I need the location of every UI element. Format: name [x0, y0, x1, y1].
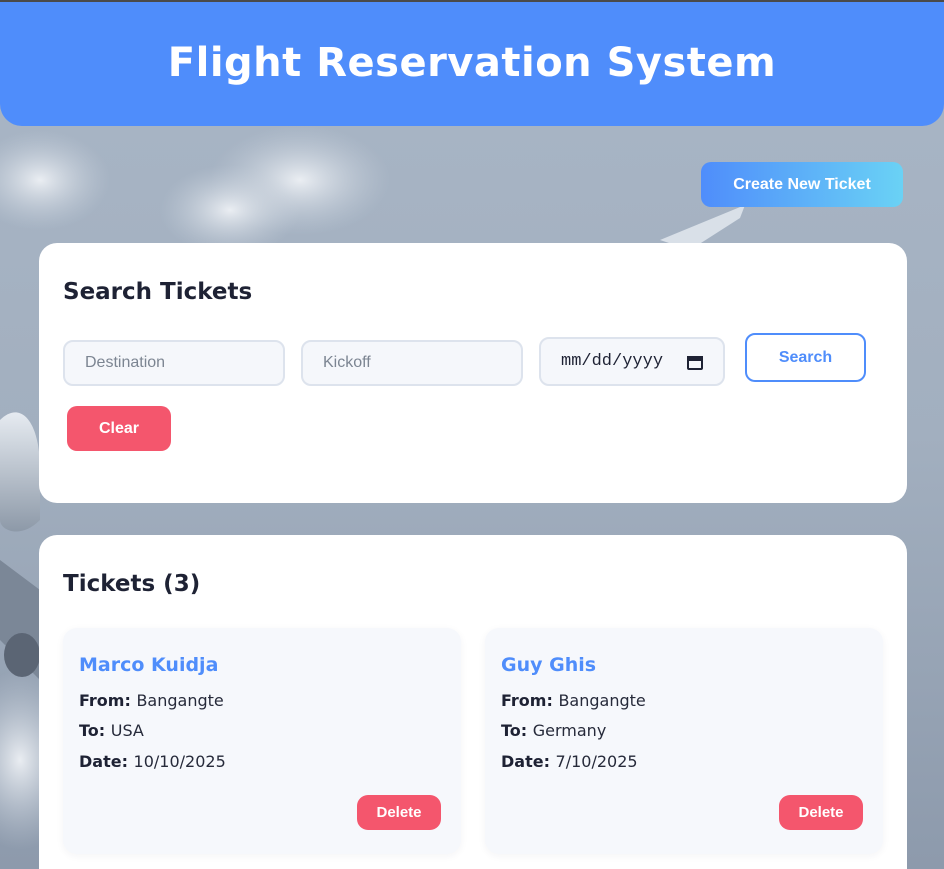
date-value: 10/10/2025 [133, 752, 226, 771]
page-title: Flight Reservation System [167, 40, 777, 86]
tickets-panel: Tickets (3) Marco Kuidja From: Bangangte… [39, 535, 907, 869]
top-edge-line [0, 0, 944, 2]
date-input[interactable]: mm/dd/yyyy [539, 337, 725, 386]
search-button[interactable]: Search [745, 333, 866, 382]
ticket-date: Date: 7/10/2025 [501, 752, 638, 771]
destination-input[interactable]: Destination [63, 340, 285, 386]
from-value: Bangangte [136, 691, 224, 710]
date-label: Date: [501, 752, 556, 771]
clear-button[interactable]: Clear [67, 406, 171, 451]
date-label: Date: [79, 752, 134, 771]
from-value: Bangangte [558, 691, 646, 710]
ticket-to: To: USA [79, 721, 144, 740]
delete-ticket-button[interactable]: Delete [357, 795, 441, 830]
date-placeholder: mm/dd/yyyy [561, 352, 664, 371]
search-tickets-panel: Search Tickets Destination Kickoff mm/dd… [39, 243, 907, 503]
ticket-date: Date: 10/10/2025 [79, 752, 226, 771]
to-label: To: [79, 721, 111, 740]
search-section-title: Search Tickets [63, 279, 253, 305]
tickets-section-title: Tickets (3) [63, 571, 201, 597]
ticket-card: Marco Kuidja From: Bangangte To: USA Dat… [63, 628, 461, 854]
calendar-icon[interactable] [687, 354, 703, 370]
create-new-ticket-button[interactable]: Create New Ticket [701, 162, 903, 207]
delete-ticket-button[interactable]: Delete [779, 795, 863, 830]
ticket-passenger-name: Guy Ghis [501, 654, 597, 676]
kickoff-input[interactable]: Kickoff [301, 340, 523, 386]
from-label: From: [501, 691, 559, 710]
date-value: 7/10/2025 [555, 752, 638, 771]
ticket-from: From: Bangangte [79, 691, 224, 710]
to-value: Germany [532, 721, 607, 740]
to-label: To: [501, 721, 533, 740]
ticket-card: Guy Ghis From: Bangangte To: Germany Dat… [485, 628, 883, 854]
ticket-from: From: Bangangte [501, 691, 646, 710]
from-label: From: [79, 691, 137, 710]
to-value: USA [110, 721, 144, 740]
ticket-passenger-name: Marco Kuidja [79, 654, 219, 676]
ticket-to: To: Germany [501, 721, 606, 740]
app-header: Flight Reservation System [0, 2, 944, 126]
